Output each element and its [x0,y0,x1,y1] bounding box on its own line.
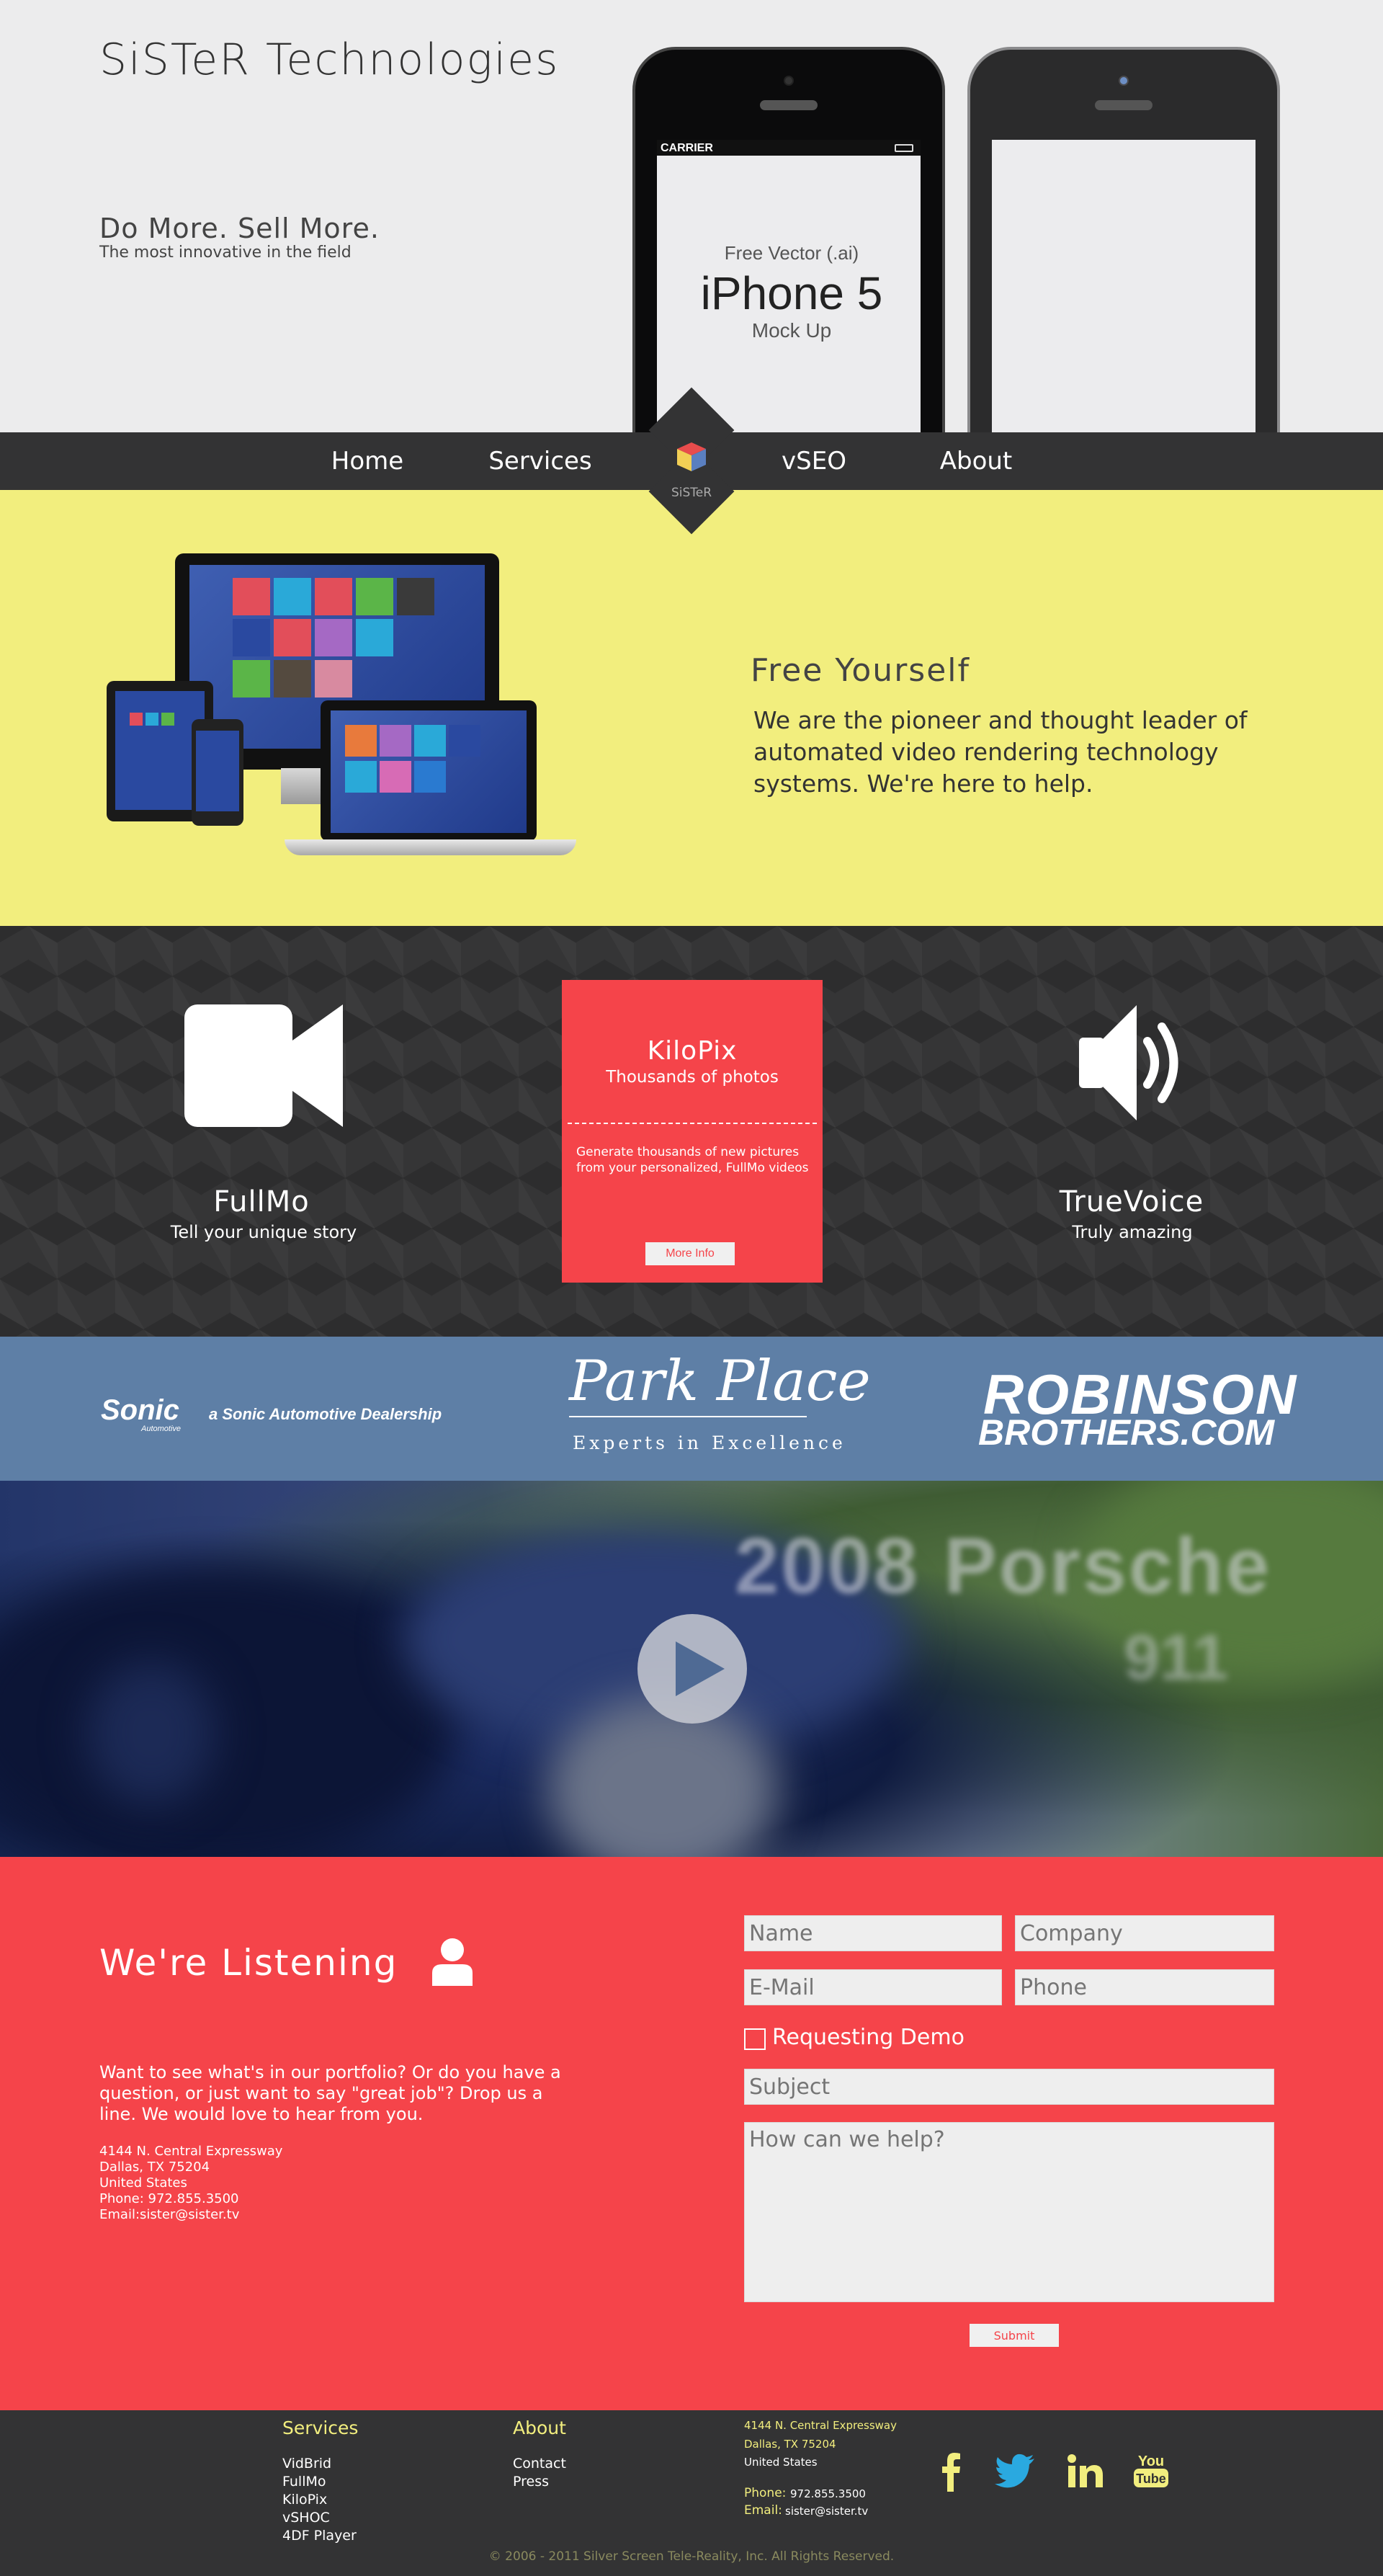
cube-logo-icon [677,442,706,471]
footer-link-4df-player[interactable]: 4DF Player [282,2528,357,2544]
phone-speaker [760,100,818,110]
more-info-button[interactable]: More Info [645,1242,735,1265]
hero-section: SiSTeR Technologies Do More. Sell More. … [0,0,1383,432]
footer-link-vidbrid[interactable]: VidBrid [282,2456,331,2472]
subject-input[interactable] [744,2069,1274,2105]
intro-text: We are the pioneer and thought leader of… [753,706,1248,798]
play-button[interactable] [637,1614,747,1724]
footer-phone-value: 972.855.3500 [790,2487,866,2500]
company-input[interactable] [1015,1915,1274,1951]
contact-text: Want to see what's in our portfolio? Or … [99,2062,561,2124]
video-overlay-subtitle: 911 [1124,1622,1229,1694]
email-input[interactable] [744,1969,1002,2005]
contact-title: We're Listening [99,1942,398,1984]
dashed-divider [568,1123,817,1124]
laptop-image [321,700,537,841]
kilopix-title: KiloPix [647,1036,738,1066]
phone-speaker [1095,100,1152,110]
demo-checkbox-label: Requesting Demo [772,2025,964,2050]
footer-email-value: sister@sister.tv [785,2505,869,2518]
footer-link-vshoc[interactable]: vSHOC [282,2510,330,2526]
hero-tagline: Do More. Sell More. [99,213,380,244]
video-overlay-title: 2008 Porsche [735,1522,1272,1610]
battery-icon [895,144,913,152]
hero-subtagline: The most innovative in the field [99,244,352,262]
name-input[interactable] [744,1915,1002,1951]
twitter-icon[interactable] [994,2450,1037,2493]
footer-link-contact[interactable]: Contact [513,2456,566,2472]
address-line: Dallas, TX 75204 [99,2160,210,2175]
kilopix-description: Generate thousands of new pictures from … [576,1145,809,1175]
footer-services-heading: Services [282,2417,359,2438]
laptop-base [285,839,576,855]
footer-link-fullmo[interactable]: FullMo [282,2474,326,2490]
phone-mockup-white [967,47,1280,432]
phone-mockup-black: CARRIER [632,47,945,432]
truevoice-subtitle: Truly amazing [1072,1222,1193,1242]
youtube-icon[interactable]: You Tube [1129,2450,1173,2493]
demo-checkbox[interactable] [744,2028,766,2050]
footer-phone-label: Phone: [744,2486,787,2500]
message-textarea[interactable] [744,2122,1274,2302]
submit-button[interactable]: Submit [970,2324,1059,2347]
kilopix-subtitle: Thousands of photos [606,1068,779,1087]
speaker-icon [1079,1005,1178,1120]
nav-services[interactable]: Services [479,445,601,477]
mockup-line-1: Free Vector (.ai) [724,242,859,264]
youtube-wordmark-top: You [1138,2454,1164,2469]
footer-link-press[interactable]: Press [513,2474,549,2490]
phone-camera [784,76,794,86]
user-icon [432,1938,473,1986]
contact-address: 4144 N. Central Expressway Dallas, TX 75… [99,2144,282,2223]
footer-address-line3: United States [744,2456,818,2469]
youtube-wordmark-bottom: Tube [1136,2472,1166,2486]
kilopix-card: KiloPix Thousands of photos Generate tho… [562,980,823,1283]
mockup-line-2: iPhone 5 [700,267,883,319]
brand-title: SiSTeR Technologies [99,35,560,85]
fullmo-title: FullMo [213,1185,310,1218]
footer-about-heading: About [513,2417,566,2438]
phone-screen [992,140,1256,432]
address-line: Email:sister@sister.tv [99,2207,240,2222]
phone-input[interactable] [1015,1969,1274,2005]
nav-logo-label: SiSTeR [671,486,712,500]
nav-vseo[interactable]: vSEO [764,445,864,477]
facebook-icon[interactable] [929,2450,972,2493]
park-place-underline [569,1416,807,1417]
linkedin-icon[interactable] [1064,2450,1107,2493]
address-line: Phone: 972.855.3500 [99,2191,239,2206]
mockup-line-3: Mock Up [751,319,832,342]
address-line: 4144 N. Central Expressway [99,2144,283,2159]
fullmo-subtitle: Tell your unique story [170,1222,357,1242]
phone-camera [1119,76,1129,86]
park-place-tagline: Experts in Excellence [573,1432,846,1453]
copyright-text: © 2006 - 2011 Silver Screen Tele-Reality… [488,2549,895,2564]
nav-home[interactable]: Home [317,445,418,477]
video-camera-icon [184,1004,343,1127]
nav-logo[interactable]: SiSTeR [655,404,728,504]
sonic-logo-small: Automotive [141,1425,182,1433]
address-line: United States [99,2175,187,2191]
intro-title: Free Yourself [751,652,970,689]
play-icon [676,1641,725,1696]
footer-address-line1: 4144 N. Central Expressway [744,2419,897,2432]
truevoice-title: TrueVoice [1059,1185,1204,1218]
sonic-tagline: a Sonic Automotive Dealership [209,1405,442,1423]
robinson-logo-line1: ROBINSON [983,1363,1298,1426]
robinson-logo-line2: BROTHERS.COM [978,1412,1275,1453]
smartphone-image [192,719,243,826]
footer-link-kilopix[interactable]: KiloPix [282,2492,327,2508]
carrier-label: CARRIER [661,142,713,154]
footer-address-line2: Dallas, TX 75204 [744,2438,836,2451]
footer-email-label: Email: [744,2503,782,2518]
nav-about[interactable]: About [929,445,1023,477]
park-place-logo: Park Place [569,1349,871,1414]
sonic-logo: Sonic [101,1394,179,1426]
